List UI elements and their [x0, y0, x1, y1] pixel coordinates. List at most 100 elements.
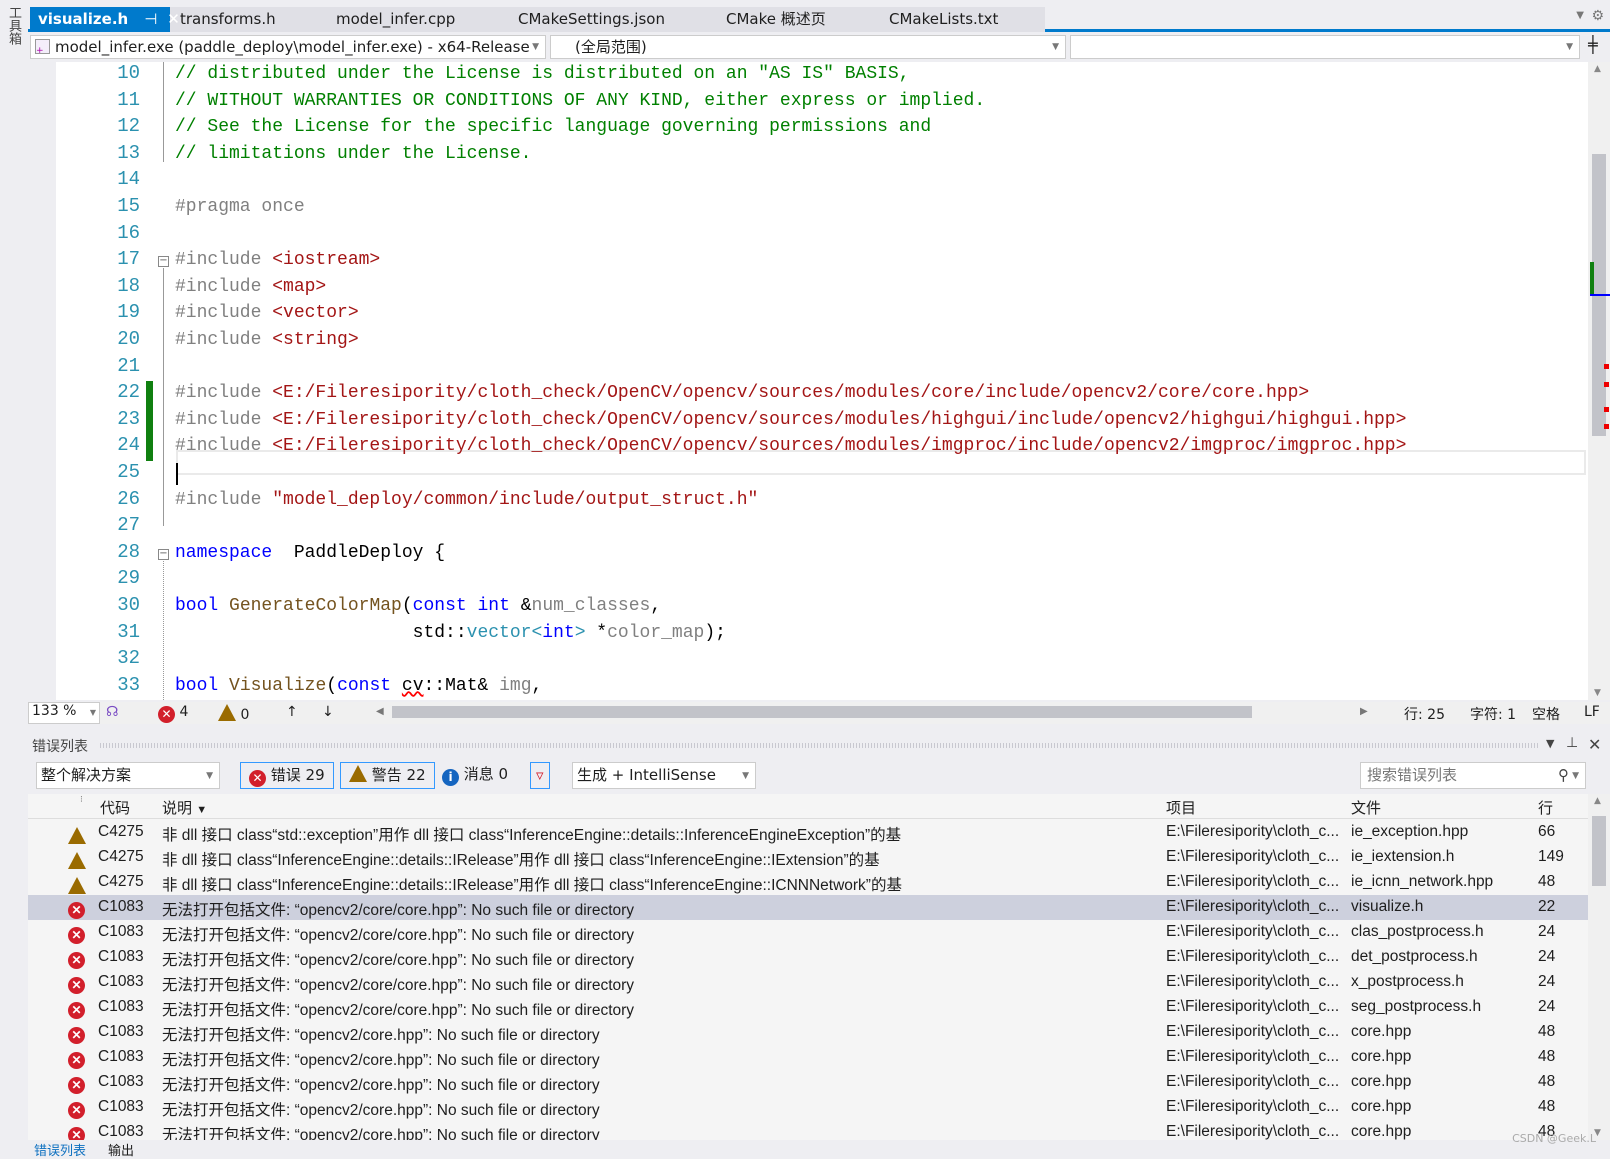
code-line[interactable]: std::vector<int> *color_map);	[175, 623, 726, 643]
code-token: #include	[175, 303, 273, 324]
chevron-down-icon[interactable]: ▼	[1572, 764, 1579, 789]
cell-desc: 无法打开包括文件: “opencv2/core/core.hpp”: No su…	[162, 952, 635, 969]
column-header-file[interactable]: 文件	[1351, 797, 1381, 818]
code-line[interactable]: #include "model_deploy/common/include/ou…	[175, 490, 758, 510]
previous-issue-button[interactable]: ↑	[286, 704, 298, 720]
error-list-row[interactable]: ✕ C1083 无法打开包括文件: “opencv2/core/core.hpp”:…	[28, 970, 1588, 995]
change-tracking-bar	[146, 381, 153, 461]
messages-filter-button[interactable]: i 消息 0	[442, 762, 508, 789]
code-token: <E:/Fileresipority/cloth_check/OpenCV/op…	[272, 383, 1310, 404]
error-marker	[1604, 424, 1609, 429]
code-line[interactable]: // WITHOUT WARRANTIES OR CONDITIONS OF A…	[175, 91, 985, 111]
scope-dropdown[interactable]: (全局范围) ▼	[550, 35, 1066, 59]
error-list-row[interactable]: ✕ C1083 无法打开包括文件: “opencv2/core.hpp”: No s…	[28, 1020, 1588, 1045]
line-number: 30	[117, 594, 140, 616]
error-list-row[interactable]: ✕ C1083 无法打开包括文件: “opencv2/core/core.hpp”:…	[28, 995, 1588, 1020]
filter-button[interactable]: ▿	[530, 762, 550, 789]
chevron-down-icon: ▼	[532, 42, 539, 52]
project-dropdown[interactable]: + model_infer.exe (paddle_deploy\model_in…	[30, 35, 546, 59]
error-list-row[interactable]: ✕ C1083 无法打开包括文件: “opencv2/core.hpp”: No s…	[28, 1120, 1588, 1140]
error-list-row[interactable]: ✕ C1083 无法打开包括文件: “opencv2/core.hpp”: No s…	[28, 1045, 1588, 1070]
code-line[interactable]: #pragma once	[175, 197, 305, 217]
tab-cmakelists-txt[interactable]: CMakeLists.txt	[881, 7, 1006, 32]
window-menu-icon[interactable]: ▼	[1546, 737, 1554, 750]
tab-cmakesettings-json[interactable]: CMakeSettings.json	[510, 7, 673, 32]
code-line[interactable]: namespace PaddleDeploy {	[175, 543, 445, 563]
member-dropdown[interactable]: ▼	[1070, 35, 1580, 59]
code-token: #pragma once	[175, 197, 305, 217]
code-line[interactable]: bool Visualize(const cv::Mat& img,	[175, 676, 542, 696]
line-ending-indicator[interactable]: LF	[1584, 704, 1600, 720]
code-token: &	[509, 596, 532, 616]
error-list-row[interactable]: ✕ C1083 无法打开包括文件: “opencv2/core/core.hpp”:…	[28, 945, 1588, 970]
tab-transforms-h[interactable]: transforms.h	[172, 7, 284, 32]
bottom-panel-tabs: 错误列表 输出	[28, 1140, 1610, 1159]
error-list-row[interactable]: ✕ C1083 无法打开包括文件: “opencv2/core/core.hpp”:…	[28, 920, 1588, 945]
tab-output[interactable]: 输出	[108, 1140, 134, 1159]
error-list-row[interactable]: C4275 非 dll 接口 class“std::exception”用作 dl…	[28, 820, 1588, 845]
scroll-left-icon[interactable]: ◀	[376, 706, 384, 717]
intellicode-icon[interactable]: ☊	[106, 704, 118, 720]
column-header-desc[interactable]: 说明 ▼	[162, 797, 207, 818]
column-header-project[interactable]: 项目	[1166, 797, 1196, 818]
collapse-icon[interactable]: −	[158, 256, 169, 268]
tab-model-infer-cpp[interactable]: model_infer.cpp	[328, 7, 463, 32]
column-chooser-icon[interactable]: ⁝	[80, 794, 83, 805]
tab-overflow-icon[interactable]: ▼	[1576, 10, 1584, 21]
editor-horizontal-scrollbar-thumb[interactable]	[392, 706, 1252, 718]
char-indicator: 字符: 1	[1470, 707, 1517, 723]
warnings-filter-button[interactable]: 警告 22	[340, 762, 435, 789]
error-list-title: 错误列表	[32, 739, 88, 755]
code-line[interactable]: #include <E:/Fileresipority/cloth_check/…	[175, 436, 1406, 456]
code-line[interactable]: // distributed under the License is dist…	[175, 64, 910, 84]
code-line[interactable]: // limitations under the License.	[175, 144, 531, 164]
zoom-dropdown[interactable]: 133 % ▼	[28, 702, 100, 724]
error-list-row[interactable]: ✕ C1083 无法打开包括文件: “opencv2/core/core.hpp”:…	[28, 895, 1588, 920]
line-number: 25	[117, 461, 140, 483]
error-list-scrollbar[interactable]: ▲ ▼	[1588, 794, 1610, 1140]
indent-indicator[interactable]: 空格	[1532, 704, 1560, 724]
tab-visualize-h[interactable]: visualize.h ⊣ ✕	[30, 7, 180, 32]
gear-icon[interactable]: ⚙	[1591, 8, 1604, 24]
cell-code: C1083	[98, 948, 144, 965]
scroll-right-icon[interactable]: ▶	[1360, 706, 1368, 717]
code-editor[interactable]: 10 // distributed under the License is di…	[28, 62, 1588, 700]
next-issue-button[interactable]: ↓	[322, 704, 334, 720]
scope-filter-dropdown[interactable]: 整个解决方案 ▼	[36, 762, 220, 789]
code-line[interactable]: bool GenerateColorMap(const int &num_cla…	[175, 596, 661, 616]
caret-marker	[1590, 294, 1610, 296]
close-icon[interactable]: ✕	[1588, 735, 1601, 754]
code-line[interactable]: #include <E:/Fileresipority/cloth_check/…	[175, 383, 1309, 403]
code-line[interactable]: #include <string>	[175, 330, 359, 350]
column-header-line[interactable]: 行	[1538, 797, 1553, 818]
code-token: ::Mat&	[423, 675, 500, 696]
error-list-row[interactable]: ✕ C1083 无法打开包括文件: “opencv2/core.hpp”: No s…	[28, 1070, 1588, 1095]
pin-icon[interactable]: ⊥	[1566, 735, 1578, 751]
tab-cmake-overview[interactable]: CMake 概述页	[718, 7, 834, 32]
code-line[interactable]: #include <map>	[175, 277, 326, 297]
code-line[interactable]: // See the License for the specific lang…	[175, 117, 931, 137]
editor-vertical-scrollbar[interactable]: ▲ ▼	[1588, 62, 1610, 700]
document-tabs: visualize.h ⊣ ✕ transforms.h model_infer.c…	[28, 0, 1610, 32]
toolbox-sidebar[interactable]: 工具箱	[0, 0, 28, 1154]
warning-count[interactable]: 0	[218, 704, 249, 723]
scrollbar-thumb[interactable]	[1592, 816, 1606, 886]
search-error-list-input[interactable]: 搜索错误列表 ⚲ ▼	[1360, 762, 1586, 789]
search-icon[interactable]: ⚲	[1558, 763, 1569, 788]
code-token: const	[412, 596, 467, 616]
error-list-row[interactable]: C4275 非 dll 接口 class“InferenceEngine::det…	[28, 845, 1588, 870]
source-filter-dropdown[interactable]: 生成 + IntelliSense ▼	[572, 762, 756, 789]
collapse-icon[interactable]: −	[158, 548, 169, 560]
split-icon[interactable]: ╪	[1588, 35, 1598, 54]
cell-project: E:\Fileresipority\cloth_c...	[1166, 1098, 1340, 1115]
column-header-code[interactable]: 代码	[100, 797, 130, 818]
code-line[interactable]: #include <iostream>	[175, 250, 380, 270]
pin-icon[interactable]: ⊣	[144, 10, 157, 28]
error-count[interactable]: ✕ 4	[158, 704, 188, 723]
code-line[interactable]: #include <vector>	[175, 303, 359, 323]
error-list-row[interactable]: ✕ C1083 无法打开包括文件: “opencv2/core.hpp”: No s…	[28, 1095, 1588, 1120]
errors-filter-button[interactable]: ✕ 错误 29	[240, 762, 334, 789]
code-line[interactable]: #include <E:/Fileresipority/cloth_check/…	[175, 410, 1406, 430]
tab-error-list[interactable]: 错误列表	[34, 1140, 86, 1159]
error-list-row[interactable]: C4275 非 dll 接口 class“InferenceEngine::det…	[28, 870, 1588, 895]
